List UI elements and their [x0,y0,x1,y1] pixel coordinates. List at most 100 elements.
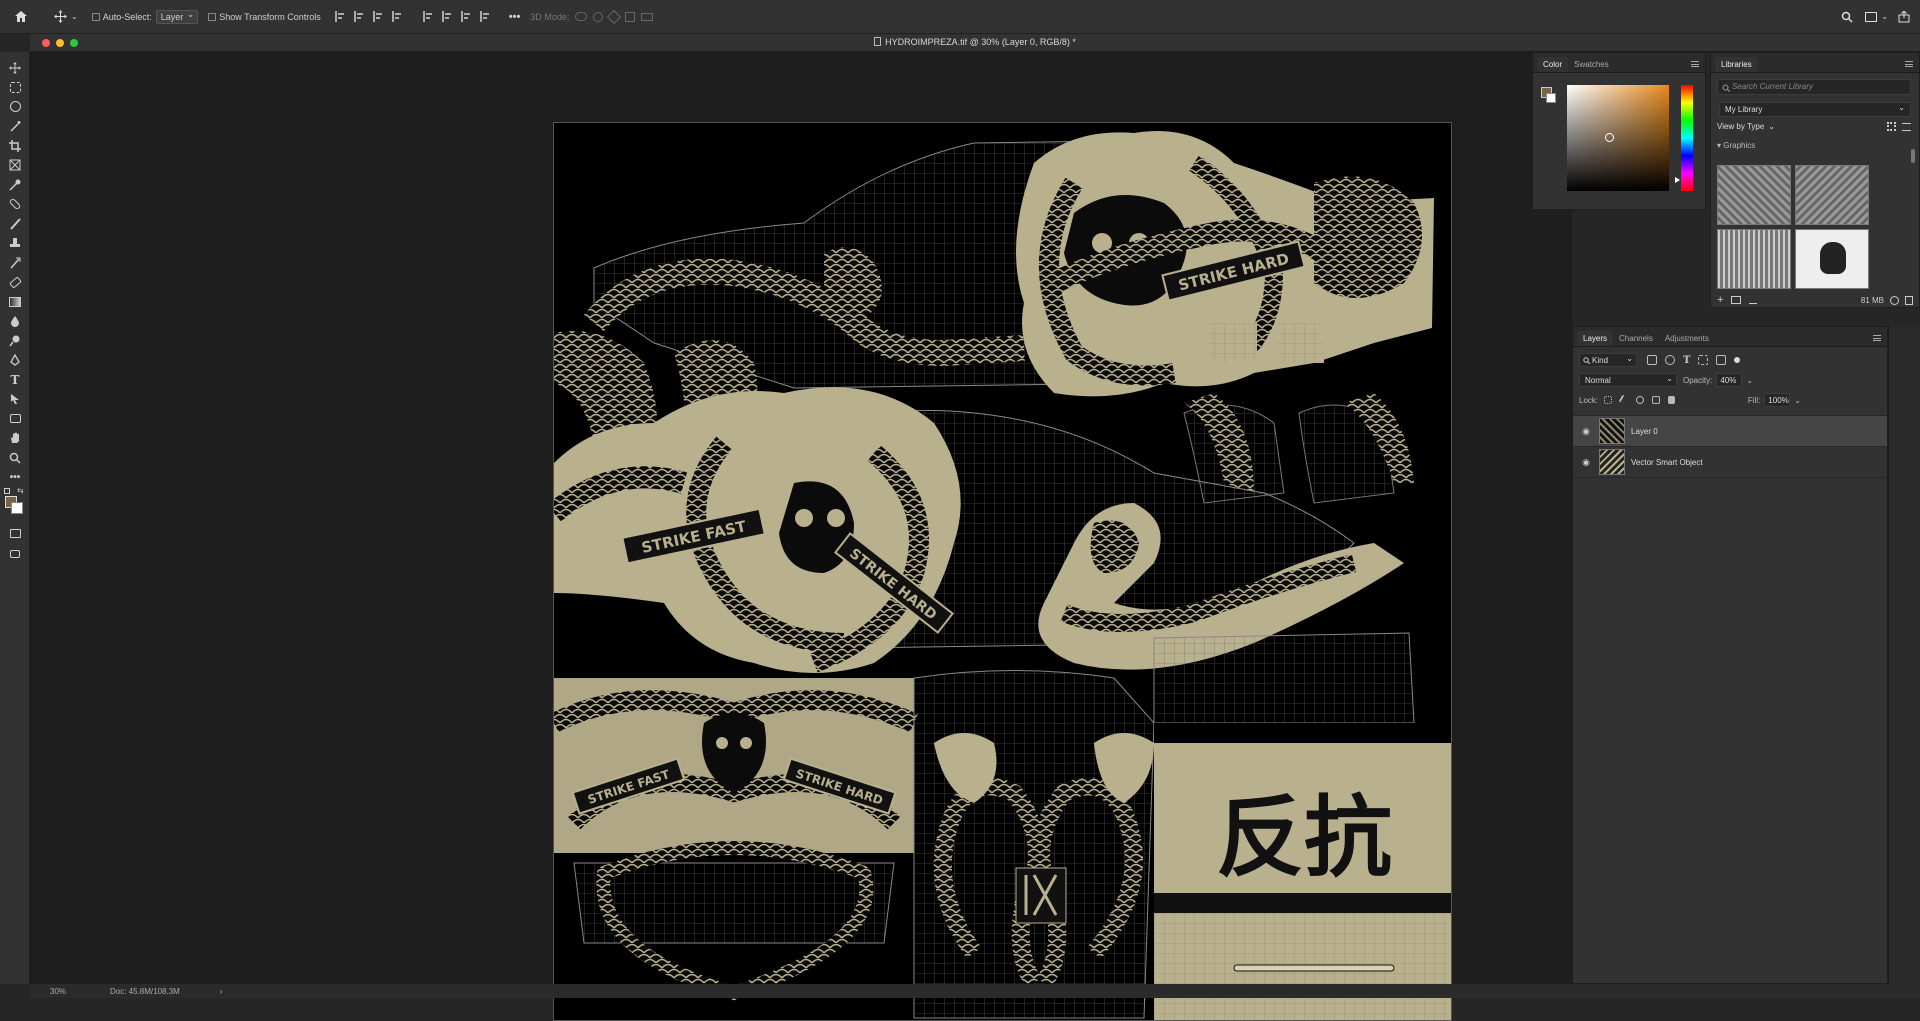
3d-roll-icon[interactable] [593,11,604,22]
cloud-icon[interactable] [1890,295,1899,305]
tab-channels[interactable]: Channels [1613,331,1659,346]
auto-select-checkbox[interactable]: Auto-Select: Layer [91,9,199,24]
align-top-icon[interactable] [422,11,434,22]
3d-camera-icon[interactable] [641,12,654,21]
lock-position-icon[interactable] [1636,396,1645,404]
add-icon[interactable]: + [1717,294,1723,306]
smart-object-filter-icon[interactable] [1716,355,1727,365]
search-icon[interactable] [1841,11,1853,23]
share-icon[interactable] [1898,10,1910,23]
3d-slide-icon[interactable] [625,11,636,22]
auto-select-dropdown[interactable]: Layer [155,9,199,24]
align-left-icon[interactable] [334,11,346,22]
healing-brush-tool-icon[interactable] [0,195,30,215]
tab-adjustments[interactable]: Adjustments [1659,331,1715,346]
library-graphic-thumbnail[interactable] [1717,165,1791,225]
history-brush-tool-icon[interactable] [0,253,30,273]
color-picker-field[interactable] [1567,85,1669,191]
move-tool-icon[interactable] [0,58,30,78]
move-tool-icon[interactable]: ⌄ [54,10,78,23]
library-scrollbar[interactable] [1911,149,1915,163]
eye-icon[interactable]: ◉ [1579,457,1593,468]
status-menu-arrow[interactable]: › [220,987,223,996]
type-tool-icon[interactable]: T [0,370,30,390]
layer-kind-filter[interactable]: Kind ⌄ [1579,353,1637,367]
brush-tool-icon[interactable] [0,214,30,234]
shape-filter-icon[interactable] [1698,355,1709,365]
filter-toggle-icon[interactable] [1734,357,1741,363]
layer-row-vector-smart-object[interactable]: ◉ Vector Smart Object [1573,447,1887,478]
hue-slider[interactable] [1681,85,1693,191]
hand-tool-icon[interactable] [0,429,30,449]
align-center-icon[interactable] [353,11,365,22]
marquee-tool-icon[interactable] [0,78,30,98]
eraser-tool-icon[interactable] [0,273,30,293]
folder-icon[interactable] [1731,296,1742,304]
rectangle-tool-icon[interactable] [0,409,30,429]
checkbox-box[interactable] [91,12,100,21]
swap-colors-icon[interactable]: ⇆ [17,486,24,495]
hue-slider-handle[interactable] [1675,177,1680,183]
tab-libraries[interactable]: Libraries [1715,57,1758,72]
pixel-filter-icon[interactable] [1647,355,1657,365]
dodge-tool-icon[interactable] [0,331,30,351]
zoom-level[interactable]: 30% [50,987,90,996]
more-options-button[interactable]: ••• [509,11,521,23]
canvas-area[interactable]: STRIKE HARD STRIKE FAST STRIKE HARD STRI… [30,52,1572,1021]
frame-tool-icon[interactable] [0,156,30,176]
adjustment-filter-icon[interactable] [1665,355,1675,365]
magic-wand-tool-icon[interactable] [0,117,30,137]
color-picker-cursor[interactable] [1605,133,1614,142]
align-bottom-icon[interactable] [460,11,472,22]
fill-input[interactable]: 100% [1764,393,1791,407]
view-by-type-dropdown[interactable]: View by Type [1717,122,1764,131]
gradient-tool-icon[interactable] [0,292,30,312]
lock-transparent-icon[interactable] [1604,396,1613,404]
lock-all-icon[interactable] [1668,396,1676,404]
blend-mode-select[interactable]: Normal ⌄ [1579,373,1677,387]
tab-swatches[interactable]: Swatches [1568,57,1615,72]
distribute-icon[interactable] [391,11,403,22]
home-icon[interactable] [14,10,28,23]
background-color-swatch[interactable] [11,502,23,514]
align-middle-icon[interactable] [441,11,453,22]
3d-pan-icon[interactable] [607,9,622,24]
chevron-down-icon[interactable]: ⌄ [1881,12,1888,21]
default-colors-icon[interactable] [4,488,10,494]
panel-menu-icon[interactable] [1905,61,1913,67]
library-graphic-thumbnail[interactable] [1795,165,1869,225]
chevron-down-icon[interactable]: ⌄ [1746,376,1753,385]
chevron-down-icon[interactable]: ⌄ [1794,396,1801,405]
3d-orbit-icon[interactable] [575,12,588,21]
layer-row-layer-0[interactable]: ◉ Layer 0 [1573,416,1887,447]
library-graphic-thumbnail[interactable] [1795,229,1869,289]
panel-menu-icon[interactable] [1691,61,1699,67]
blur-tool-icon[interactable] [0,312,30,332]
type-filter-icon[interactable]: T [1683,355,1690,366]
tab-color[interactable]: Color [1537,57,1569,72]
opacity-input[interactable]: 40% [1716,373,1743,387]
tab-layers[interactable]: Layers [1577,331,1614,346]
list-view-icon[interactable] [1902,122,1911,131]
graphics-section-header[interactable]: ▾ Graphics [1717,141,1919,150]
stamp-tool-icon[interactable] [0,234,30,254]
lock-artboard-icon[interactable] [1652,396,1661,404]
panel-menu-icon[interactable] [1873,335,1881,341]
transform-controls-checkbox[interactable]: Show Transform Controls [208,12,321,22]
distribute-vertical-icon[interactable] [479,11,491,22]
checkbox-box[interactable] [208,12,217,21]
chevron-down-icon[interactable]: ⌄ [71,12,78,21]
lock-pixels-icon[interactable] [1618,394,1630,406]
library-select[interactable]: My Library ⌄ [1719,102,1911,117]
lasso-tool-icon[interactable] [0,97,30,117]
color-background-swatch[interactable] [1546,93,1556,103]
library-search-input[interactable]: Search Current Library [1717,79,1911,95]
align-right-icon[interactable] [372,11,384,22]
pen-tool-icon[interactable] [0,351,30,371]
crop-tool-icon[interactable] [0,136,30,156]
grid-view-icon[interactable] [1887,122,1896,131]
path-selection-tool-icon[interactable] [0,390,30,410]
document-canvas[interactable]: STRIKE HARD STRIKE FAST STRIKE HARD STRI… [553,122,1452,1021]
zoom-tool-icon[interactable] [0,448,30,468]
more-tools-icon[interactable]: ••• [0,468,30,488]
